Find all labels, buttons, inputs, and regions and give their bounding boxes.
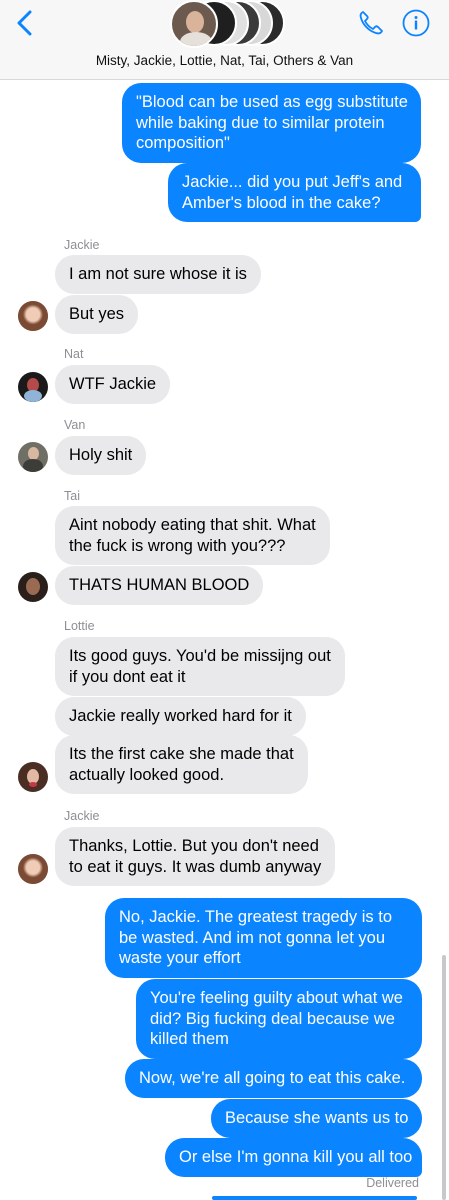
message-line: Its good guys. You'd be missijng out [69,647,331,665]
message-line: No, Jackie. The greatest tragedy is to [119,908,392,926]
message-bubble-incoming[interactable]: Holy shit [55,436,147,475]
chevron-left-icon[interactable] [12,10,38,36]
group-avatar [170,0,218,48]
message-line: Aint nobody eating that shit. What [69,516,316,534]
message-line: the fuck is wrong with you??? [69,536,286,555]
sender-name: Van [64,418,86,432]
message-bubble-incoming[interactable]: But yes [55,295,139,334]
message-line: waste your effort [119,949,241,967]
avatar-jackie[interactable] [18,854,48,884]
message-line: Jackie... did you put Jeff's and [182,173,403,191]
info-icon[interactable] [402,9,430,37]
message-line: Holy shit [69,446,133,464]
message-line: You're feeling guilty about what we [150,989,403,1007]
message-bubble-outgoing[interactable]: No, Jackie. The greatest tragedy is to b… [105,898,422,978]
sender-name: Lottie [64,619,95,633]
message-line: to eat it guys. It was dumb anyway [69,857,322,876]
scrollbar[interactable] [442,955,446,1200]
message-line: Because she wants us to [225,1109,409,1127]
message-line: be wasted. And im not gonna let you [119,928,386,947]
message-bubble-outgoing[interactable]: You're feeling guilty about what we did?… [136,979,422,1059]
phone-icon[interactable] [356,8,386,38]
message-bubble-incoming[interactable]: Aint nobody eating that shit. What the f… [55,506,330,565]
message-bubble-outgoing[interactable]: Or else I'm gonna kill you all too [165,1138,422,1177]
message-bubble-outgoing[interactable]: Because she wants us to [211,1099,422,1138]
message-line: while baking due to similar protein [136,113,385,132]
message-bubble-incoming[interactable]: I am not sure whose it is [55,255,261,294]
message-line: Thanks, Lottie. But you don't need [69,837,319,855]
message-bubble-incoming[interactable]: Its good guys. You'd be missijng out if … [55,637,345,696]
sender-name: Nat [64,347,84,361]
message-line: THATS HUMAN BLOOD [69,576,250,594]
message-bubble-incoming[interactable]: Jackie really worked hard for it [55,697,306,736]
message-bubble-outgoing[interactable]: Jackie... did you put Jeff's and Amber's… [168,163,421,222]
group-avatar-stack[interactable] [170,0,285,48]
message-line: Amber's blood in the cake? [182,193,381,212]
message-line: But yes [69,305,125,323]
next-message-edge [212,1196,417,1200]
message-bubble-incoming[interactable]: THATS HUMAN BLOOD [55,566,264,605]
message-line: did? Big fucking deal because we [150,1009,395,1028]
avatar-tai[interactable] [18,572,48,602]
message-bubble-incoming[interactable]: WTF Jackie [55,365,171,404]
avatar-lottie[interactable] [18,762,48,792]
message-line: Or else I'm gonna kill you all too [179,1148,413,1166]
delivery-status: Delivered [366,1176,419,1190]
message-line: killed them [150,1030,229,1048]
message-line: if you dont eat it [69,667,186,686]
conversation-title[interactable]: Misty, Jackie, Lottie, Nat, Tai, Others … [0,53,449,68]
message-line: Jackie really worked hard for it [69,707,292,725]
message-line: I am not sure whose it is [69,265,247,283]
avatar-nat[interactable] [18,372,48,402]
message-bubble-incoming[interactable]: Its the first cake she made that actuall… [55,735,308,794]
message-line: WTF Jackie [69,375,157,393]
message-bubble-incoming[interactable]: Thanks, Lottie. But you don't need to ea… [55,827,336,886]
message-line: actually looked good. [69,765,225,784]
message-line: composition" [136,134,230,152]
message-bubble-outgoing[interactable]: "Blood can be used as egg substitute whi… [122,83,421,163]
sender-name: Tai [64,489,80,503]
message-line: "Blood can be used as egg substitute [136,93,408,111]
avatar-jackie[interactable] [18,301,48,331]
sender-name: Jackie [64,238,100,252]
conversation-header: Misty, Jackie, Lottie, Nat, Tai, Others … [0,0,449,80]
message-line: Now, we're all going to eat this cake. [139,1069,406,1087]
avatar-van[interactable] [18,442,48,472]
message-bubble-outgoing[interactable]: Now, we're all going to eat this cake. [125,1059,422,1098]
sender-name: Jackie [64,809,100,823]
message-line: Its the first cake she made that [69,745,294,763]
